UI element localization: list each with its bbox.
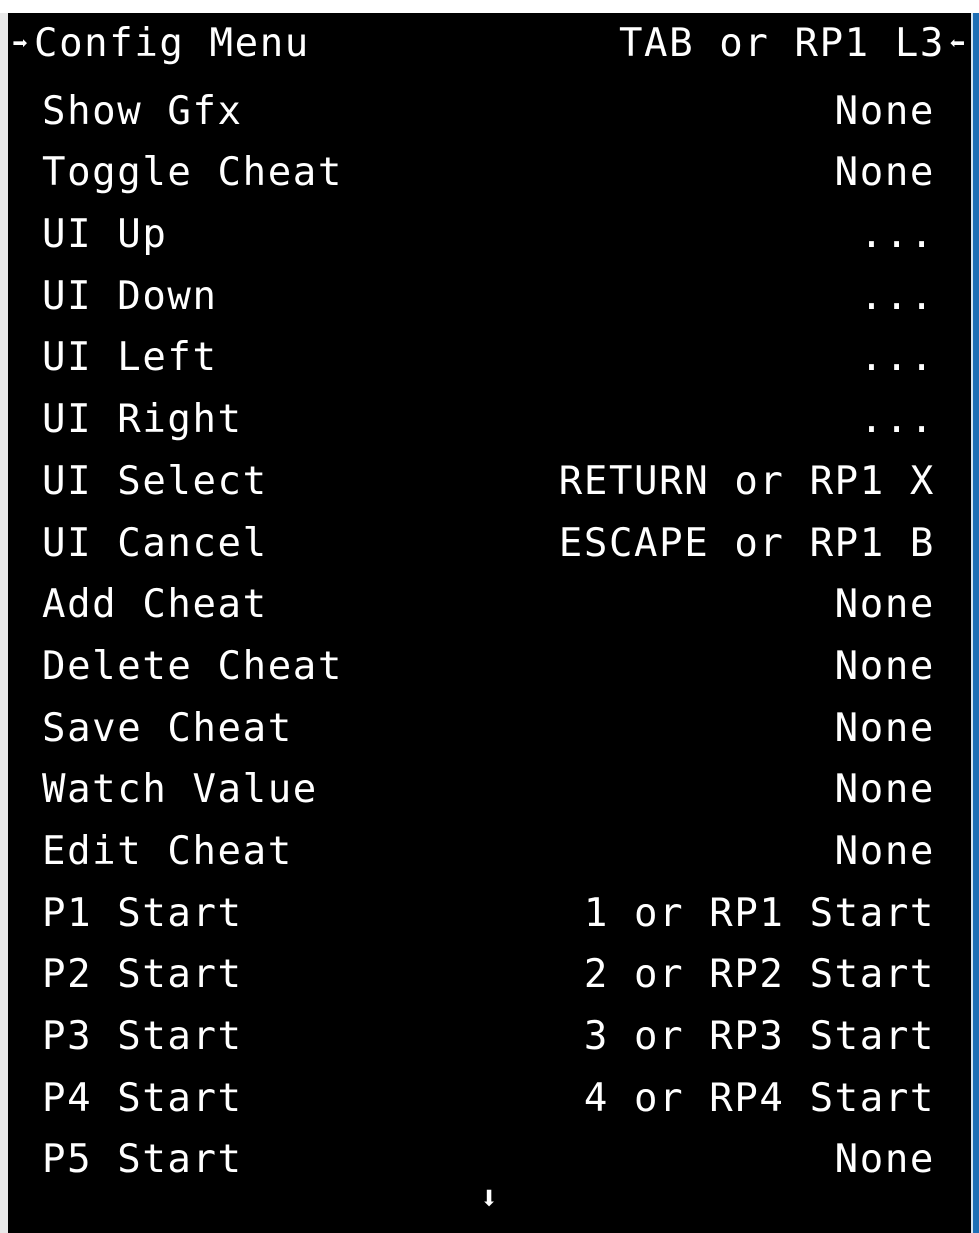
menu-item-binding: ... (859, 212, 935, 257)
menu-item-label: Watch Value (42, 767, 318, 812)
menu-item-label: Edit Cheat (42, 829, 293, 874)
menu-item-label: Save Cheat (42, 706, 293, 751)
window-right-edge (973, 13, 979, 1233)
menu-item-binding: RETURN or RP1 X (558, 459, 935, 504)
menu-item-label: Show Gfx (42, 89, 243, 134)
config-menu-screen: ➡ Config Menu TAB or RP1 L3 ⬅ Show Gfx None… (8, 13, 971, 1233)
menu-item-label: P3 Start (42, 1014, 243, 1059)
menu-item[interactable]: Watch Value None (8, 759, 971, 821)
scroll-down-arrow-icon[interactable]: ⬇ (477, 1180, 501, 1216)
menu-item[interactable]: P1 Start 1 or RP1 Start (8, 883, 971, 945)
menu-item[interactable]: P2 Start 2 or RP2 Start (8, 944, 971, 1006)
menu-item-binding: 2 or RP2 Start (583, 952, 935, 997)
menu-item-label: UI Right (42, 397, 243, 442)
menu-item-binding: None (834, 644, 935, 689)
menu-item[interactable]: Delete Cheat None (8, 636, 971, 698)
menu-item-label: Toggle Cheat (42, 150, 343, 195)
menu-item-binding: None (834, 1137, 935, 1182)
menu-item-binding: ... (859, 274, 935, 319)
menu-item[interactable]: UI Cancel ESCAPE or RP1 B (8, 513, 971, 575)
menu-title-group: ➡ Config Menu (8, 13, 310, 75)
menu-item-label: P2 Start (42, 952, 243, 997)
menu-item-binding: None (834, 89, 935, 134)
menu-item-binding: ESCAPE or RP1 B (558, 521, 935, 566)
menu-item-label: UI Left (42, 335, 218, 380)
arrow-left-icon: ⬅ (949, 29, 967, 59)
menu-item-label: P4 Start (42, 1076, 243, 1121)
menu-item-label: Add Cheat (42, 582, 268, 627)
menu-item-label: Delete Cheat (42, 644, 343, 689)
menu-item-label: UI Cancel (42, 521, 268, 566)
menu-item-label: UI Up (42, 212, 168, 257)
menu-title-binding: TAB or RP1 L3 (618, 21, 945, 66)
menu-item[interactable]: Save Cheat None (8, 698, 971, 760)
menu-item[interactable]: UI Up... (8, 204, 971, 266)
menu-item[interactable]: UI Right... (8, 389, 971, 451)
menu-item-label: UI Select (42, 459, 268, 504)
menu-item-binding: None (834, 582, 935, 627)
menu-item-binding: ... (859, 397, 935, 442)
menu-item[interactable]: UI Down... (8, 266, 971, 328)
menu-item-label: P5 Start (42, 1137, 243, 1182)
menu-item-label: UI Down (42, 274, 218, 319)
menu-title-binding-group: TAB or RP1 L3 ⬅ (619, 13, 971, 75)
menu-item[interactable]: Toggle Cheat None (8, 142, 971, 204)
menu-item-binding: None (834, 150, 935, 195)
menu-item-binding: None (834, 706, 935, 751)
menu-item-binding: ... (859, 335, 935, 380)
menu-item-binding: 1 or RP1 Start (583, 891, 935, 936)
menu-item-binding: None (834, 829, 935, 874)
menu-item[interactable]: Add Cheat None (8, 574, 971, 636)
menu-item-binding: 4 or RP4 Start (583, 1076, 935, 1121)
menu-title: Config Menu (34, 21, 310, 66)
menu-item[interactable]: UI Select RETURN or RP1 X (8, 451, 971, 513)
menu-header[interactable]: ➡ Config Menu TAB or RP1 L3 ⬅ (8, 13, 971, 75)
window-left-edge (0, 13, 8, 1233)
menu-item[interactable]: P4 Start 4 or RP4 Start (8, 1068, 971, 1130)
menu-item-binding: None (834, 767, 935, 812)
menu-item[interactable]: Edit Cheat None (8, 821, 971, 883)
menu-item-label: P1 Start (42, 891, 243, 936)
menu-item[interactable]: UI Left... (8, 327, 971, 389)
menu-item[interactable]: Show Gfx None (8, 81, 971, 143)
menu-item-binding: 3 or RP3 Start (583, 1014, 935, 1059)
menu-item[interactable]: P3 Start 3 or RP3 Start (8, 1006, 971, 1068)
arrow-right-icon: ➡ (12, 29, 30, 59)
